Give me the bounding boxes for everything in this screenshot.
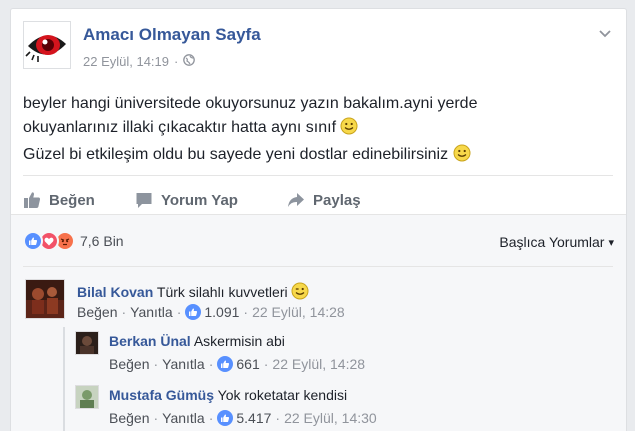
comment-label: Yorum Yap bbox=[161, 191, 238, 209]
separator: · bbox=[121, 304, 127, 320]
comment-time[interactable]: 22 Eylül, 14:28 bbox=[272, 356, 365, 372]
comment-reply-link[interactable]: Yanıtla bbox=[130, 304, 173, 320]
red-eye-logo-icon bbox=[24, 22, 70, 68]
like-button[interactable]: Beğen bbox=[23, 185, 95, 215]
page-avatar[interactable] bbox=[23, 21, 71, 69]
post-line: okuyanlarınız illaki çıkacaktır hatta ay… bbox=[23, 116, 613, 143]
comment-icon bbox=[136, 193, 152, 208]
separator: · bbox=[275, 410, 281, 426]
reply-thread-line bbox=[63, 327, 65, 431]
comment-time[interactable]: 22 Eylül, 14:28 bbox=[252, 304, 345, 320]
like-badge-icon bbox=[217, 410, 234, 426]
globe-icon[interactable] bbox=[183, 54, 196, 69]
comment-like-count[interactable]: 5.417 bbox=[236, 410, 271, 426]
comment-content: Berkan Ünal Askermisin abi bbox=[109, 332, 285, 350]
separator: · bbox=[153, 356, 159, 372]
smiley-emoji-icon bbox=[340, 117, 358, 143]
avatar[interactable] bbox=[75, 385, 99, 409]
like-label: Beğen bbox=[49, 191, 95, 209]
comment-author[interactable]: Bilal Kovan bbox=[77, 284, 153, 300]
like-badge-icon bbox=[217, 356, 234, 372]
meta-separator: · bbox=[174, 54, 179, 69]
separator: · bbox=[263, 356, 269, 372]
comment-reply-link[interactable]: Yanıtla bbox=[162, 356, 205, 372]
wink-emoji-icon bbox=[291, 282, 309, 304]
reactions-summary[interactable]: 7,6 Bin bbox=[23, 231, 124, 251]
comment-actions: Beğen · Yanıtla · 661 · 22 Eylül, 14:28 bbox=[109, 356, 365, 372]
comment-content: Mustafa Gümüş Yok roketatar kendisi bbox=[109, 386, 347, 404]
divider bbox=[23, 266, 613, 267]
comment-author[interactable]: Berkan Ünal bbox=[109, 333, 191, 349]
comment-like-link[interactable]: Beğen bbox=[109, 356, 149, 372]
page-name[interactable]: Amacı Olmayan Sayfa bbox=[83, 25, 261, 45]
comment-author[interactable]: Mustafa Gümüş bbox=[109, 387, 214, 403]
avatar[interactable] bbox=[25, 279, 65, 319]
post-body: beyler hangi üniversitede okuyorsunuz ya… bbox=[23, 92, 613, 170]
post-actions: Beğen Yorum Yap Paylaş bbox=[23, 185, 613, 215]
like-badge-icon bbox=[185, 304, 202, 320]
post-meta: 22 Eylül, 14:19 · bbox=[83, 54, 196, 69]
comment-text: Türk silahlı kuvvetleri bbox=[156, 284, 288, 300]
comment-like-link[interactable]: Beğen bbox=[77, 304, 117, 320]
post-line: beyler hangi üniversitede okuyorsunuz ya… bbox=[23, 95, 478, 112]
separator: · bbox=[153, 410, 159, 426]
separator: · bbox=[208, 356, 214, 372]
smiley-emoji-icon bbox=[453, 144, 471, 170]
comment-text: Askermisin abi bbox=[193, 333, 285, 349]
reply-item: Mustafa Gümüş Yok roketatar kendisi Beğe… bbox=[75, 385, 595, 426]
comment-like-link[interactable]: Beğen bbox=[109, 410, 149, 426]
comment-text: Yok roketatar kendisi bbox=[217, 387, 348, 403]
comment-like-count[interactable]: 661 bbox=[236, 356, 259, 372]
avatar[interactable] bbox=[75, 331, 99, 355]
share-arrow-icon bbox=[288, 193, 304, 207]
comment-button[interactable]: Yorum Yap bbox=[135, 185, 238, 215]
reply-item: Berkan Ünal Askermisin abi Beğen · Yanıt… bbox=[75, 331, 595, 372]
post-date[interactable]: 22 Eylül, 14:19 bbox=[83, 54, 169, 69]
comment-item: Bilal Kovan Türk silahlı kuvvetleri Beğe… bbox=[25, 279, 585, 320]
comment-content: Bilal Kovan Türk silahlı kuvvetleri bbox=[77, 282, 309, 304]
post-card: Amacı Olmayan Sayfa 22 Eylül, 14:19 · be… bbox=[10, 8, 627, 431]
post-header: Amacı Olmayan Sayfa 22 Eylül, 14:19 · bbox=[23, 21, 613, 71]
separator: · bbox=[176, 304, 182, 320]
reaction-count[interactable]: 7,6 Bin bbox=[80, 233, 124, 249]
thumbs-up-icon bbox=[24, 192, 41, 208]
separator: · bbox=[243, 304, 249, 320]
divider bbox=[23, 175, 613, 176]
comment-actions: Beğen · Yanıtla · 5.417 · 22 Eylül, 14:3… bbox=[109, 410, 377, 426]
comment-like-count[interactable]: 1.091 bbox=[204, 304, 239, 320]
post-line: Güzel bi etkileşim oldu bu sayede yeni d… bbox=[23, 143, 613, 170]
caret-down-icon: ▾ bbox=[608, 236, 614, 249]
share-label: Paylaş bbox=[313, 191, 361, 209]
comment-reply-link[interactable]: Yanıtla bbox=[162, 410, 205, 426]
separator: · bbox=[208, 410, 214, 426]
sort-label: Başlıca Yorumlar bbox=[499, 234, 605, 250]
comment-sort-dropdown[interactable]: Başlıca Yorumlar ▾ bbox=[499, 234, 614, 250]
comment-actions: Beğen · Yanıtla · 1.091 · 22 Eylül, 14:2… bbox=[77, 304, 345, 320]
comment-time[interactable]: 22 Eylül, 14:30 bbox=[284, 410, 377, 426]
chevron-down-icon[interactable] bbox=[597, 25, 613, 41]
like-reaction-icon bbox=[23, 231, 43, 251]
share-button[interactable]: Paylaş bbox=[287, 185, 361, 215]
